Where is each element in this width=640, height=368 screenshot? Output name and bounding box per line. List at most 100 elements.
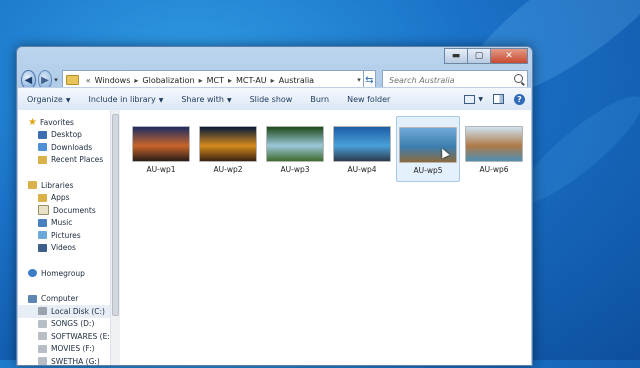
file-item-au-wp4[interactable]: AU-wp4	[331, 116, 393, 180]
file-item-au-wp5[interactable]: AU-wp5	[396, 116, 460, 182]
pictures-icon	[38, 231, 47, 240]
star-icon: ★	[28, 116, 37, 128]
favorites-header[interactable]: ★ Favorites	[18, 116, 110, 129]
image-thumbnail	[266, 126, 324, 162]
sidebar-item-songs-d[interactable]: SONGS (D:)	[18, 318, 110, 331]
sidebar-item-label: SOFTWARES (E:)	[51, 331, 113, 341]
breadcrumb-separator[interactable]: ▸	[199, 76, 203, 85]
favorites-group: ★ Favorites Desktop Downloads Recent Plac…	[18, 116, 110, 166]
file-name: AU-wp6	[479, 165, 509, 174]
include-in-library-menu[interactable]: Include in library ▼	[79, 95, 172, 104]
file-item-au-wp6[interactable]: AU-wp6	[463, 116, 525, 180]
computer-group: Computer Local Disk (C:) SONGS (D:) SOFT…	[18, 293, 113, 368]
image-thumbnail	[132, 126, 190, 162]
drive-icon	[38, 332, 47, 341]
share-with-label: Share with	[181, 94, 224, 104]
chevron-down-icon: ▼	[65, 96, 71, 104]
music-icon	[38, 218, 47, 227]
slide-show-button[interactable]: Slide show	[241, 95, 302, 104]
share-with-menu[interactable]: Share with ▼	[172, 95, 240, 104]
sidebar-item-pictures[interactable]: Pictures	[18, 229, 110, 242]
breadcrumb-australia[interactable]: Australia	[279, 76, 314, 85]
recent-pages-button[interactable]: ▾	[54, 76, 58, 84]
search-icon[interactable]	[513, 74, 523, 83]
close-button[interactable]: ✕	[490, 48, 528, 64]
drive-icon	[38, 344, 47, 353]
image-thumbnail	[199, 126, 257, 162]
sidebar-item-label: Local Disk (C:)	[51, 306, 105, 316]
favorites-label: Favorites	[39, 117, 74, 127]
sidebar-item-documents[interactable]: Documents	[18, 204, 110, 217]
breadcrumb-mct[interactable]: MCT	[207, 76, 224, 85]
sidebar-item-label: Desktop	[51, 130, 82, 140]
explorer-window: ▬ ▢ ✕ ◀ ▶ ▾ « Windows ▸ Globalization ▸ …	[16, 46, 533, 366]
homegroup-header[interactable]: Homegroup	[18, 267, 110, 280]
help-icon[interactable]: ?	[514, 93, 525, 105]
new-folder-button[interactable]: New folder	[338, 95, 399, 104]
downloads-icon	[38, 143, 47, 152]
navigation-scrollbar[interactable]	[110, 110, 120, 365]
burn-button[interactable]: Burn	[301, 95, 338, 104]
desktop-icon	[38, 130, 47, 139]
include-in-library-label: Include in library	[88, 94, 156, 104]
file-name: AU-wp4	[347, 165, 377, 174]
preview-pane-icon[interactable]	[493, 94, 504, 104]
sidebar-item-label: Documents	[53, 205, 96, 215]
recent-places-icon	[38, 155, 47, 164]
caption-buttons: ▬ ▢ ✕	[444, 48, 528, 64]
sidebar-item-label: SWETHA (G:)	[51, 356, 100, 366]
breadcrumb-separator[interactable]: ▸	[271, 76, 275, 85]
libraries-header[interactable]: Libraries	[18, 179, 110, 192]
address-dropdown-icon[interactable]: ▾	[357, 76, 361, 84]
breadcrumb-globalization[interactable]: Globalization	[142, 76, 194, 85]
computer-label: Computer	[41, 294, 79, 304]
chevron-down-icon: ▼	[158, 96, 164, 104]
change-view-button[interactable]: ▼	[464, 94, 483, 104]
computer-header[interactable]: Computer	[18, 293, 110, 306]
sidebar-item-softwares-e[interactable]: SOFTWARES (E:)	[18, 330, 113, 343]
file-item-au-wp2[interactable]: AU-wp2	[197, 116, 259, 180]
back-arrow-icon: ◀	[24, 74, 33, 86]
file-item-au-wp1[interactable]: AU-wp1	[130, 116, 192, 180]
drive-icon	[38, 307, 47, 316]
maximize-button[interactable]: ▢	[467, 48, 491, 64]
libraries-group: Libraries Apps Documents Music Pictures …	[18, 179, 110, 254]
sidebar-item-apps[interactable]: Apps	[18, 192, 110, 205]
computer-icon	[28, 294, 37, 303]
breadcrumb-separator[interactable]: ▸	[134, 76, 138, 85]
sidebar-item-movies-f[interactable]: MOVIES (F:)	[18, 343, 110, 356]
libraries-label: Libraries	[41, 180, 74, 190]
breadcrumb-separator[interactable]: ▸	[228, 76, 232, 85]
sidebar-item-label: SONGS (D:)	[51, 319, 95, 329]
sidebar-item-videos[interactable]: Videos	[18, 242, 110, 255]
file-item-au-wp3[interactable]: AU-wp3	[264, 116, 326, 180]
sidebar-item-recent-places[interactable]: Recent Places	[18, 154, 110, 167]
image-thumbnail	[333, 126, 391, 162]
file-name: AU-wp5	[413, 166, 443, 175]
sidebar-item-downloads[interactable]: Downloads	[18, 141, 110, 154]
sidebar-item-label: Downloads	[51, 142, 93, 152]
sidebar-item-local-disk-c[interactable]: Local Disk (C:)	[18, 305, 110, 318]
title-bar[interactable]: ▬ ▢ ✕	[17, 47, 532, 67]
sidebar-item-label: Music	[51, 218, 73, 228]
image-thumbnail	[465, 126, 523, 162]
sidebar-item-desktop[interactable]: Desktop	[18, 129, 110, 142]
refresh-icon: ⇆	[365, 74, 374, 86]
organize-menu[interactable]: Organize ▼	[18, 95, 79, 104]
chevron-down-icon: ▼	[478, 95, 483, 103]
sidebar-item-swetha-g[interactable]: SWETHA (G:)	[18, 355, 110, 368]
sidebar-item-music[interactable]: Music	[18, 217, 110, 230]
address-prefix[interactable]: «	[86, 76, 91, 85]
homegroup-label: Homegroup	[41, 268, 85, 278]
breadcrumb-windows[interactable]: Windows	[95, 76, 131, 85]
chevron-down-icon: ▼	[226, 96, 232, 104]
minimize-button[interactable]: ▬	[444, 48, 468, 64]
navigation-pane[interactable]: ★ Favorites Desktop Downloads Recent Plac…	[18, 110, 113, 368]
libraries-icon	[28, 181, 37, 190]
scrollbar-thumb[interactable]	[112, 114, 119, 316]
file-list[interactable]: AU-wp1 AU-wp2 AU-wp3 AU-wp4 AU-wp5 AU-wp…	[120, 110, 531, 365]
folder-icon	[65, 75, 79, 85]
documents-icon	[38, 205, 49, 216]
search-input[interactable]	[386, 74, 511, 86]
breadcrumb-mct-au[interactable]: MCT-AU	[236, 76, 267, 85]
